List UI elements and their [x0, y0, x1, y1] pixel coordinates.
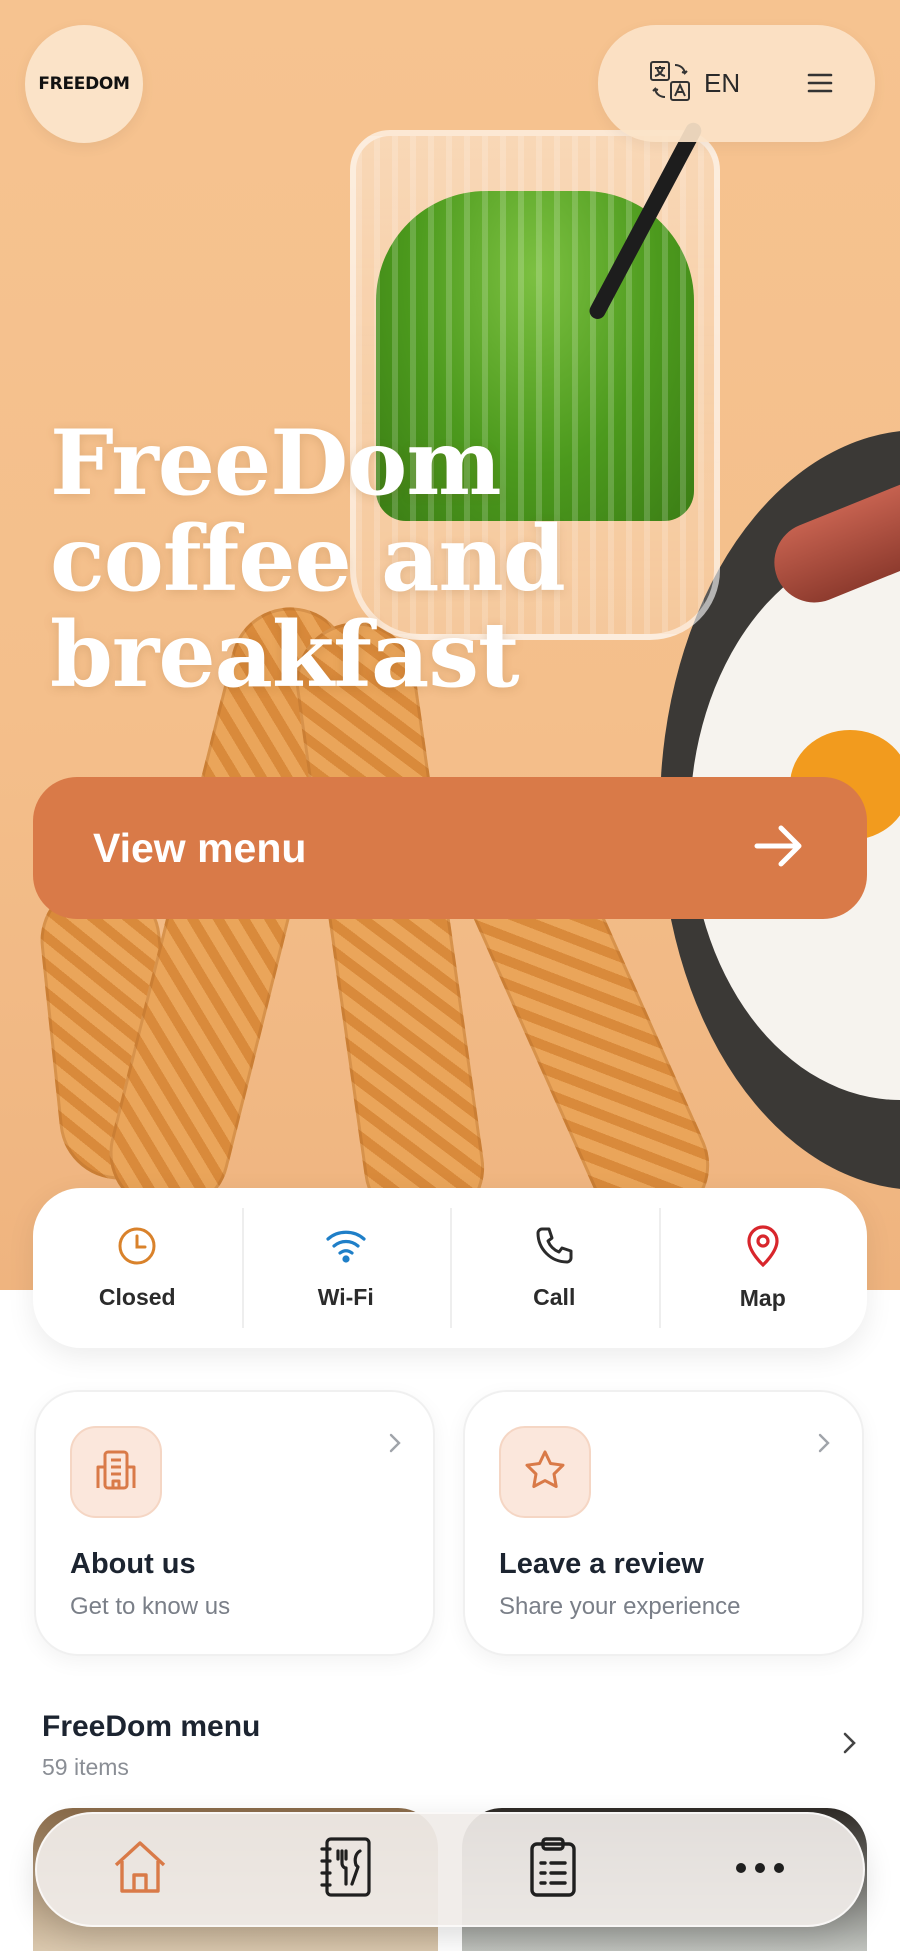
nav-orders[interactable]: [493, 1814, 613, 1925]
card-subtitle: Share your experience: [499, 1593, 741, 1620]
arrow-right-icon: [751, 818, 807, 879]
quick-action-call[interactable]: Call: [450, 1188, 659, 1348]
hero-title: FreeDom coffee and breakfast: [50, 415, 610, 703]
about-us-card[interactable]: About us Get to know us: [34, 1390, 435, 1656]
menu-section-header[interactable]: FreeDom menu 59 items: [42, 1710, 858, 1781]
hero-image: FreeDom coffee and breakfast: [0, 0, 900, 1290]
hamburger-icon: [807, 73, 833, 93]
hero-title-line: FreeDom: [50, 410, 502, 516]
card-icon-container: [499, 1426, 591, 1518]
card-title: About us: [70, 1548, 196, 1580]
chevron-right-icon: [387, 1432, 403, 1459]
logo[interactable]: FREEDOM: [25, 25, 143, 143]
wifi-icon: [324, 1225, 368, 1272]
menu-item-count: 59 items: [42, 1754, 129, 1780]
card-icon-container: [70, 1426, 162, 1518]
menu-book-icon: [318, 1835, 376, 1904]
more-dots-icon: [735, 1861, 785, 1879]
quick-action-wifi[interactable]: Wi-Fi: [241, 1188, 451, 1348]
quick-action-label: Map: [739, 1285, 786, 1311]
card-title: Leave a review: [499, 1548, 704, 1580]
building-icon: [93, 1447, 139, 1498]
language-switcher[interactable]: EN: [648, 59, 740, 108]
leave-review-card[interactable]: Leave a review Share your experience: [463, 1390, 864, 1656]
quick-action-hours[interactable]: Closed: [33, 1188, 242, 1348]
quick-action-label: Call: [533, 1284, 576, 1310]
view-menu-button[interactable]: View menu: [33, 777, 867, 919]
nav-menu[interactable]: [287, 1814, 407, 1925]
quick-action-label: Closed: [98, 1284, 176, 1310]
translate-icon: [648, 59, 692, 108]
logo-text: FREEDOM: [38, 74, 130, 94]
clipboard-icon: [527, 1835, 579, 1904]
hamburger-menu-button[interactable]: [805, 68, 835, 98]
star-icon: [522, 1447, 568, 1498]
quick-action-label: Wi-Fi: [317, 1284, 374, 1310]
menu-section-title: FreeDom menu: [42, 1710, 261, 1743]
home-icon: [108, 1835, 172, 1904]
view-menu-label: View menu: [93, 824, 307, 871]
card-subtitle: Get to know us: [70, 1593, 231, 1620]
hero-title-line: coffee and: [50, 506, 566, 612]
quick-actions-bar: Closed Wi-Fi Call Map: [33, 1188, 867, 1348]
chevron-right-icon: [840, 1730, 858, 1761]
nav-more[interactable]: [700, 1814, 820, 1925]
phone-icon: [533, 1225, 575, 1272]
clock-icon: [116, 1225, 158, 1272]
nav-home[interactable]: [80, 1814, 200, 1925]
hero-title-line: breakfast: [50, 602, 520, 708]
header-actions: EN: [598, 25, 875, 142]
map-pin-icon: [743, 1224, 783, 1273]
language-label: EN: [704, 68, 741, 98]
quick-action-map[interactable]: Map: [658, 1188, 868, 1348]
bottom-navigation: [35, 1812, 865, 1927]
chevron-right-icon: [816, 1432, 832, 1459]
